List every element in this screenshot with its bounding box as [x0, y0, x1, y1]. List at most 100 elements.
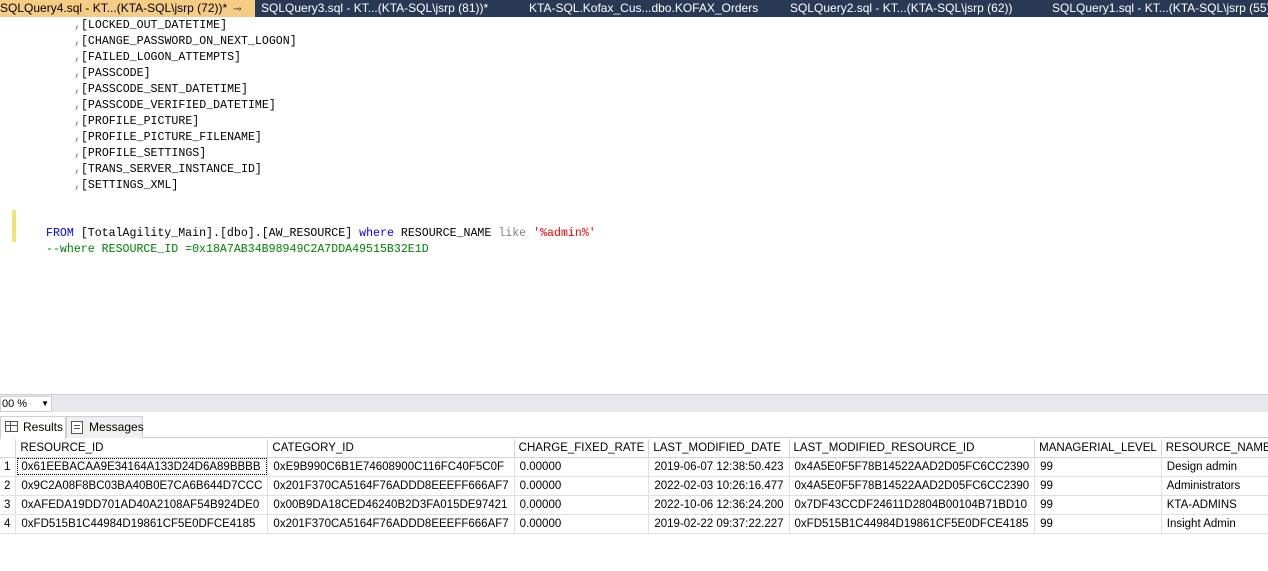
table-cell[interactable]: 99	[1034, 457, 1162, 477]
code-line-column: ,[LOCKED_OUT_DATETIME]	[74, 18, 227, 34]
comma: ,	[74, 163, 81, 176]
table-cell[interactable]: 0x61EEBACAA9E34164A133D24D6A89BBBB	[15, 457, 269, 477]
row-number[interactable]: 3	[0, 495, 17, 515]
comma: ,	[74, 99, 81, 112]
grid-icon	[5, 421, 18, 432]
tab-sqlquery4[interactable]: SQLQuery4.sql - KT...(KTA-SQL\jsrp (72))…	[0, 0, 255, 17]
code-line-from: FROM [TotalAgility_Main].[dbo].[AW_RESOU…	[0, 194, 1268, 240]
table-cell[interactable]: 0.00000	[514, 457, 650, 477]
table-cell[interactable]: 0.00000	[514, 514, 650, 534]
table-cell[interactable]: 0x201F370CA5164F76ADDD8EEEFF666AF7	[267, 476, 515, 496]
code-line-column: ,[CHANGE_PASSWORD_ON_NEXT_LOGON]	[74, 34, 297, 50]
zoom-value: 00 %	[2, 398, 28, 410]
chevron-down-icon[interactable]: ▼	[41, 397, 49, 411]
table-cell[interactable]: 0xE9B990C6B1E74608900C116FC40F5C0F	[267, 457, 515, 477]
table-cell[interactable]: 0xAFEDA19DD701AD40A2108AF54B924DE0	[15, 495, 269, 515]
table-cell[interactable]: 0xFD515B1C44984D19861CF5E0DFCE4185	[15, 514, 269, 534]
column-header[interactable]: CATEGORY_ID	[267, 439, 515, 458]
column-header[interactable]: MANAGERIAL_LEVEL	[1034, 439, 1162, 458]
tab-sqlquery3-label: SQLQuery3.sql - KT...(KTA-SQL\jsrp (81))…	[261, 1, 489, 15]
table-cell[interactable]: Administrators	[1161, 476, 1268, 496]
comma: ,	[74, 147, 81, 160]
table-cell[interactable]: 0x4A5E0F5F78B14522AAD2D05FC6CC2390	[789, 476, 1036, 496]
column-header[interactable]: CHARGE_FIXED_RATE	[514, 439, 650, 458]
like-value: '%admin%'	[533, 227, 596, 240]
row-number[interactable]: 4	[0, 514, 17, 534]
change-marker	[12, 226, 16, 242]
table-cell[interactable]: 0x7DF43CCDF24611D2804B00104B71BD10	[789, 495, 1036, 515]
tab-results[interactable]: Results	[0, 416, 66, 439]
table-cell[interactable]: 0x4A5E0F5F78B14522AAD2D05FC6CC2390	[789, 457, 1036, 477]
comma: ,	[74, 35, 81, 48]
column-header[interactable]: RESOURCE_ID	[15, 439, 269, 458]
code-line-column: ,[PROFILE_PICTURE]	[74, 114, 199, 130]
code-line-column: ,[TRANS_SERVER_INSTANCE_ID]	[74, 162, 262, 178]
table-cell[interactable]: 99	[1034, 514, 1162, 534]
table-cell[interactable]: Design admin	[1161, 457, 1268, 477]
table-cell[interactable]: 2019-06-07 12:38:50.423	[648, 457, 790, 477]
tab-kofax-orders[interactable]: KTA-SQL.Kofax_Cus...dbo.KOFAX_Orders	[529, 0, 769, 17]
tab-sqlquery2-label: SQLQuery2.sql - KT...(KTA-SQL\jsrp (62))	[790, 1, 1013, 15]
column-name: [PROFILE_SETTINGS]	[80, 147, 207, 160]
keyword-like: like	[498, 227, 527, 240]
column-name: [LOCKED_OUT_DATETIME]	[80, 19, 228, 32]
table-cell[interactable]: KTA-ADMINS	[1161, 495, 1268, 515]
code-line-column: ,[FAILED_LOGON_ATTEMPTS]	[74, 50, 241, 66]
column-name: [PASSCODE_SENT_DATETIME]	[80, 83, 248, 96]
column-name: [SETTINGS_XML]	[80, 179, 179, 192]
column-header[interactable]: RESOURCE_NAME	[1161, 439, 1268, 458]
row-number[interactable]: 1	[0, 457, 17, 477]
tab-sqlquery1-label: SQLQuery1.sql - KT...(KTA-SQL\jsrp (55))…	[1052, 1, 1268, 15]
table-cell[interactable]: 0.00000	[514, 495, 650, 515]
table-cell[interactable]: 2022-10-06 12:36:24.200	[648, 495, 790, 515]
comma: ,	[74, 51, 81, 64]
code-line-column: ,[SETTINGS_XML]	[74, 178, 178, 194]
tab-kofax-orders-label: KTA-SQL.Kofax_Cus...dbo.KOFAX_Orders	[529, 1, 759, 15]
keyword-where: where	[359, 227, 394, 240]
zoom-select[interactable]: 00 % ▼	[0, 396, 52, 412]
comment-text: --where RESOURCE_ID =0x18A7AB34B98949C2A…	[46, 243, 429, 256]
column-header[interactable]	[0, 439, 17, 458]
column-name: [TRANS_SERVER_INSTANCE_ID]	[80, 163, 262, 176]
table-cell[interactable]: 99	[1034, 476, 1162, 496]
row-number[interactable]: 2	[0, 476, 17, 496]
column-header[interactable]: LAST_MODIFIED_RESOURCE_ID	[789, 439, 1036, 458]
results-grid[interactable]: RESOURCE_ID CATEGORY_ID CHARGE_FIXED_RATE L…	[0, 439, 1268, 539]
table-cell[interactable]: 0x201F370CA5164F76ADDD8EEEFF666AF7	[267, 514, 515, 534]
grid-header-row: RESOURCE_ID CATEGORY_ID CHARGE_FIXED_RATE L…	[0, 439, 1268, 458]
tab-sqlquery2[interactable]: SQLQuery2.sql - KT...(KTA-SQL\jsrp (62))	[790, 0, 1030, 17]
table-row[interactable]: 4 0xFD515B1C44984D19861CF5E0DFCE4185 0x201…	[0, 514, 1268, 534]
column-name: [PASSCODE_VERIFIED_DATETIME]	[80, 99, 276, 112]
comma: ,	[74, 115, 81, 128]
tab-messages-label: Messages	[89, 420, 144, 434]
keyword-from: FROM	[46, 227, 74, 240]
table-row[interactable]: 1 0x61EEBACAA9E34164A133D24D6A89BBBB 0xE9B…	[0, 457, 1268, 477]
table-cell[interactable]: 0x00B9DA18CED46240B2D3FA015DE97421	[267, 495, 515, 515]
tab-sqlquery1[interactable]: SQLQuery1.sql - KT...(KTA-SQL\jsrp (55))…	[1052, 0, 1268, 17]
table-cell[interactable]: 99	[1034, 495, 1162, 515]
where-column: RESOURCE_NAME	[400, 227, 492, 240]
comma: ,	[74, 131, 81, 144]
tab-sqlquery3[interactable]: SQLQuery3.sql - KT...(KTA-SQL\jsrp (81))…	[261, 0, 501, 17]
table-row[interactable]: 2 0x9C2A08F8BC03BA40B0E7CA6B644D7CCC 0x201…	[0, 476, 1268, 496]
code-line-column: ,[PASSCODE_VERIFIED_DATETIME]	[74, 98, 276, 114]
code-line-comment: --where RESOURCE_ID =0x18A7AB34B98949C2A…	[0, 210, 1268, 256]
tab-messages[interactable]: Messages	[66, 416, 144, 438]
document-tab-strip: SQLQuery4.sql - KT...(KTA-SQL\jsrp (72))…	[0, 0, 1268, 17]
table-cell[interactable]: 0x9C2A08F8BC03BA40B0E7CA6B644D7CCC	[15, 476, 269, 496]
messages-icon	[71, 421, 83, 434]
column-name: [PROFILE_PICTURE]	[80, 115, 200, 128]
table-cell[interactable]: 2022-02-03 10:26:16.477	[648, 476, 790, 496]
code-line-column: ,[PASSCODE]	[74, 66, 151, 82]
column-name: [FAILED_LOGON_ATTEMPTS]	[80, 51, 241, 64]
table-row[interactable]: 3 0xAFEDA19DD701AD40A2108AF54B924DE0 0x00B…	[0, 495, 1268, 515]
pin-icon[interactable]: ⊸	[233, 2, 241, 17]
query-editor[interactable]: ,[LOCKED_OUT_DATETIME] ,[CHANGE_PASSWORD_…	[0, 17, 1268, 393]
column-header[interactable]: LAST_MODIFIED_DATE	[648, 439, 790, 458]
table-cell[interactable]: 0xFD515B1C44984D19861CF5E0DFCE4185	[789, 514, 1036, 534]
table-cell[interactable]: 0.00000	[514, 476, 650, 496]
table-cell[interactable]: 2019-02-22 09:37:22.227	[648, 514, 790, 534]
zoom-bar: 00 % ▼	[0, 394, 1268, 412]
table-cell[interactable]: Insight Admin	[1161, 514, 1268, 534]
comma: ,	[74, 67, 81, 80]
